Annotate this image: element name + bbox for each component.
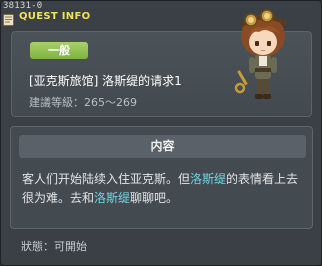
quest-content-panel: 内容 客人们开始陆续入住亚克斯。但洛斯缇的表情看上去很为难。去和洛斯缇聊聊吧。 — [10, 126, 313, 229]
status-label: 狀態： — [21, 240, 54, 253]
recommended-level: 建議等級：265～269 — [29, 96, 137, 109]
quest-title: [亚克斯旅馆] 洛斯缇的请求1 — [29, 74, 182, 88]
description-text-3: 聊聊吧。 — [130, 191, 179, 205]
status-value: 可開始 — [54, 240, 87, 253]
quest-description: 客人们开始陆续入住亚克斯。但洛斯缇的表情看上去很为难。去和洛斯缇聊聊吧。 — [22, 170, 306, 208]
quest-category-badge: 一般 — [30, 42, 88, 59]
npc-name-link: 洛斯缇 — [94, 191, 131, 205]
npc-name-link: 洛斯缇 — [190, 172, 227, 186]
npc-character-sprite — [231, 4, 299, 116]
quest-book-icon — [3, 11, 14, 26]
quest-status: 狀態：可開始 — [21, 238, 87, 254]
content-header: 内容 — [19, 135, 306, 158]
window-title: QUEST INFO — [19, 11, 91, 22]
quest-info-window: 38131-0 QUEST INFO 一般 [亚克斯旅馆] 洛斯缇的请求1 建議… — [0, 0, 322, 266]
description-text-1: 客人们开始陆续入住亚克斯。但 — [22, 172, 191, 186]
